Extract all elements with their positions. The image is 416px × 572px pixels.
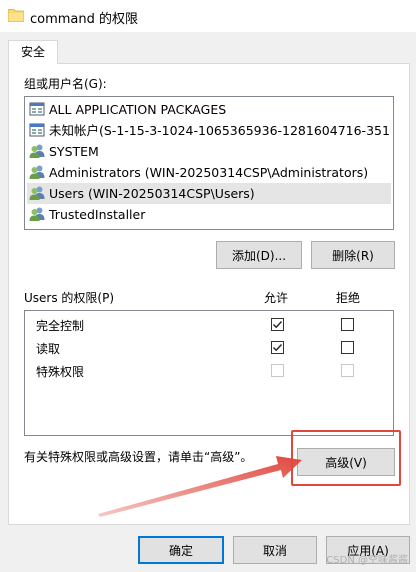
list-item-label: Administrators (WIN-20250314CSP\Administ…	[49, 165, 369, 180]
window-title: command 的权限	[30, 12, 139, 27]
watermark: CSDN @空味酱酱	[326, 555, 408, 566]
list-item[interactable]: ALL APPLICATION PACKAGES	[27, 99, 391, 120]
list-item[interactable]: SYSTEM	[27, 141, 391, 162]
allow-header: 允许	[264, 291, 289, 305]
add-button[interactable]: 添加(D)...	[216, 241, 302, 269]
list-item[interactable]: TrustedInstaller	[27, 204, 391, 225]
remove-button[interactable]: 删除(R)	[311, 241, 395, 269]
deny-checkbox[interactable]	[341, 318, 354, 331]
package-icon	[29, 102, 45, 116]
allow-checkbox[interactable]	[271, 341, 284, 354]
folder-icon	[8, 9, 24, 22]
annotation-arrow-icon	[98, 456, 302, 517]
list-item-label: 未知帐户(S-1-15-3-1024-1065365936-1281604716…	[49, 123, 391, 138]
checkmark-icon	[273, 321, 283, 329]
list-item[interactable]: 未知帐户(S-1-15-3-1024-1065365936-1281604716…	[27, 120, 391, 141]
deny-checkbox[interactable]	[341, 341, 354, 354]
deny-header: 拒绝	[336, 291, 361, 305]
allow-checkbox	[271, 364, 284, 377]
users-icon	[29, 186, 45, 200]
allow-checkbox[interactable]	[271, 318, 284, 331]
permission-name: 特殊权限	[36, 365, 85, 379]
users-icon	[29, 144, 45, 158]
checkmark-icon	[273, 344, 283, 352]
groups-listbox[interactable]: ALL APPLICATION PACKAGES 未知帐户(S-1-15-3-1…	[24, 96, 394, 230]
users-icon	[29, 207, 45, 221]
users-icon	[29, 165, 45, 179]
list-item-label: TrustedInstaller	[49, 207, 146, 222]
unknown-account-icon	[29, 123, 45, 137]
permission-name: 读取	[36, 342, 61, 356]
list-item-label: ALL APPLICATION PACKAGES	[49, 102, 227, 117]
list-item[interactable]: Administrators (WIN-20250314CSP\Administ…	[27, 162, 391, 183]
deny-checkbox	[341, 364, 354, 377]
permission-name: 完全控制	[36, 319, 85, 333]
tab-security[interactable]: 安全	[8, 40, 58, 64]
cancel-button[interactable]: 取消	[233, 536, 317, 564]
list-item-label: Users (WIN-20250314CSP\Users)	[49, 186, 255, 201]
list-item-label: SYSTEM	[49, 144, 99, 159]
permissions-label: Users 的权限(P)	[24, 291, 115, 305]
list-item[interactable]: Users (WIN-20250314CSP\Users)	[27, 183, 391, 204]
ok-button[interactable]: 确定	[138, 536, 224, 564]
groups-label: 组或用户名(G):	[24, 77, 107, 91]
